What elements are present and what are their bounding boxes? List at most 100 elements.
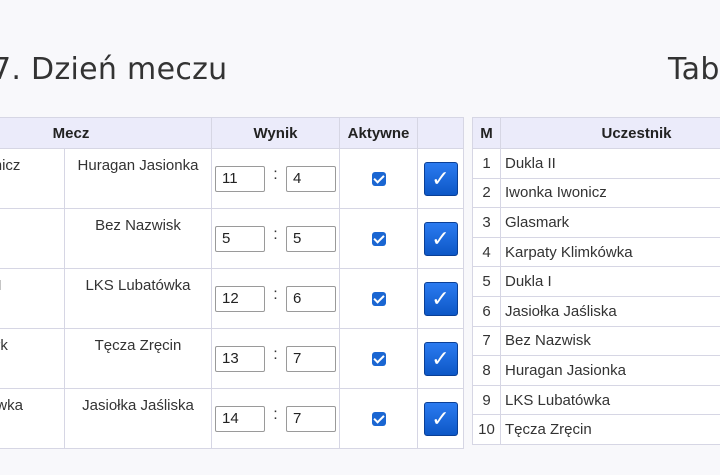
standings-row: 1 Dukla II <box>472 148 720 179</box>
position-cell: 2 <box>472 177 501 209</box>
home-score-input[interactable] <box>215 165 265 192</box>
match-row: IBez Nazwisk: ✓ <box>0 208 464 269</box>
score-cell: : <box>211 268 340 329</box>
position-cell: 1 <box>472 148 501 179</box>
away-team: Jasiołka Jaśliska <box>64 388 212 449</box>
column-header-confirm <box>417 117 464 149</box>
standings-row: 2 Iwonka Iwonicz <box>472 177 720 209</box>
confirm-button[interactable]: ✓ <box>423 281 458 316</box>
confirm-cell: ✓ <box>417 208 464 269</box>
column-header-position: M <box>472 117 501 149</box>
score-separator: : <box>273 225 278 243</box>
standings-header-row: M Uczestnik <box>472 117 720 149</box>
column-header-active: Aktywne <box>339 117 418 149</box>
active-checkbox[interactable] <box>371 231 386 246</box>
column-header-match: Mecz <box>0 117 212 149</box>
standings-row: 4 Karpaty Klimkówka <box>472 236 720 268</box>
active-checkbox[interactable] <box>371 411 386 426</box>
home-team: ark <box>0 328 65 389</box>
participant-cell: Iwonka Iwonicz <box>500 177 720 209</box>
standings-row: 9 LKS Lubatówka <box>472 384 720 416</box>
away-team: Bez Nazwisk <box>64 208 212 269</box>
participant-cell: Bez Nazwisk <box>500 325 720 357</box>
away-score-input[interactable] <box>286 405 336 432</box>
checkmark-icon: ✓ <box>431 345 450 371</box>
confirm-button[interactable]: ✓ <box>423 221 458 256</box>
score-cell: : <box>211 208 340 269</box>
participant-cell: Jasiołka Jaśliska <box>500 295 720 327</box>
active-cell <box>339 268 418 329</box>
confirm-button[interactable]: ✓ <box>423 401 458 436</box>
position-cell: 3 <box>472 207 501 238</box>
match-row: IILKS Lubatówka: ✓ <box>0 268 464 329</box>
standings-row: 6 Jasiołka Jaśliska <box>472 295 720 327</box>
away-team: Tęcza Zręcin <box>64 328 212 389</box>
position-cell: 9 <box>472 384 501 416</box>
away-team: Huragan Jasionka <box>64 148 212 209</box>
score-cell: : <box>211 388 340 449</box>
active-cell <box>339 388 418 449</box>
away-team: LKS Lubatówka <box>64 268 212 329</box>
column-header-participant: Uczestnik <box>500 117 720 149</box>
away-score-input[interactable] <box>286 165 336 192</box>
checkmark-icon: ✓ <box>431 225 450 251</box>
score-separator: : <box>273 345 278 363</box>
match-row: arkTęcza Zręcin: ✓ <box>0 328 464 389</box>
participant-cell: Tęcza Zręcin <box>500 414 720 445</box>
away-score-input[interactable] <box>286 225 336 252</box>
standings-row: 10 Tęcza Zręcin <box>472 414 720 445</box>
score-cell: : <box>211 148 340 209</box>
participant-cell: Dukla II <box>500 148 720 179</box>
participant-cell: Karpaty Klimkówka <box>500 236 720 268</box>
participant-cell: LKS Lubatówka <box>500 384 720 416</box>
position-cell: 7 <box>472 325 501 357</box>
standings-table: M Uczestnik 1 Dukla II 2 Iwonka Iwonicz 3 Gla… <box>472 117 720 445</box>
position-cell: 4 <box>472 236 501 268</box>
confirm-cell: ✓ <box>417 268 464 329</box>
active-checkbox[interactable] <box>371 171 386 186</box>
confirm-cell: ✓ <box>417 328 464 389</box>
position-cell: 10 <box>472 414 501 445</box>
home-team: wonicz <box>0 148 65 209</box>
score-cell: : <box>211 328 340 389</box>
match-row: nkówkaJasiołka Jaśliska: ✓ <box>0 388 464 449</box>
matches-header-row: Mecz Wynik Aktywne <box>0 117 464 149</box>
score-separator: : <box>273 405 278 423</box>
home-score-input[interactable] <box>215 285 265 312</box>
home-score-input[interactable] <box>215 345 265 372</box>
standings-row: 5 Dukla I <box>472 266 720 297</box>
score-separator: : <box>273 285 278 303</box>
match-row: woniczHuragan Jasionka: ✓ <box>0 148 464 209</box>
matches-table: Mecz Wynik Aktywne woniczHuragan Jasionk… <box>0 117 464 449</box>
position-cell: 5 <box>472 266 501 297</box>
active-cell <box>339 328 418 389</box>
active-checkbox[interactable] <box>371 351 386 366</box>
active-checkbox[interactable] <box>371 291 386 306</box>
active-cell <box>339 148 418 209</box>
confirm-cell: ✓ <box>417 388 464 449</box>
away-score-input[interactable] <box>286 345 336 372</box>
home-score-input[interactable] <box>215 225 265 252</box>
score-separator: : <box>273 165 278 183</box>
column-header-score: Wynik <box>211 117 340 149</box>
away-score-input[interactable] <box>286 285 336 312</box>
position-cell: 8 <box>472 355 501 386</box>
table-heading: Tab <box>668 52 720 87</box>
home-team: I <box>0 208 65 269</box>
participant-cell: Glasmark <box>500 207 720 238</box>
standings-row: 8 Huragan Jasionka <box>472 355 720 386</box>
confirm-button[interactable]: ✓ <box>423 341 458 376</box>
home-score-input[interactable] <box>215 405 265 432</box>
confirm-cell: ✓ <box>417 148 464 209</box>
standings-row: 3 Glasmark <box>472 207 720 238</box>
position-cell: 6 <box>472 295 501 327</box>
checkmark-icon: ✓ <box>431 165 450 191</box>
confirm-button[interactable]: ✓ <box>423 161 458 196</box>
standings-row: 7 Bez Nazwisk <box>472 325 720 357</box>
page: 7. Dzień meczu Tab Mecz Wynik Aktywne wo… <box>0 0 720 475</box>
home-team: nkówka <box>0 388 65 449</box>
checkmark-icon: ✓ <box>431 405 450 431</box>
home-team: II <box>0 268 65 329</box>
participant-cell: Huragan Jasionka <box>500 355 720 386</box>
active-cell <box>339 208 418 269</box>
